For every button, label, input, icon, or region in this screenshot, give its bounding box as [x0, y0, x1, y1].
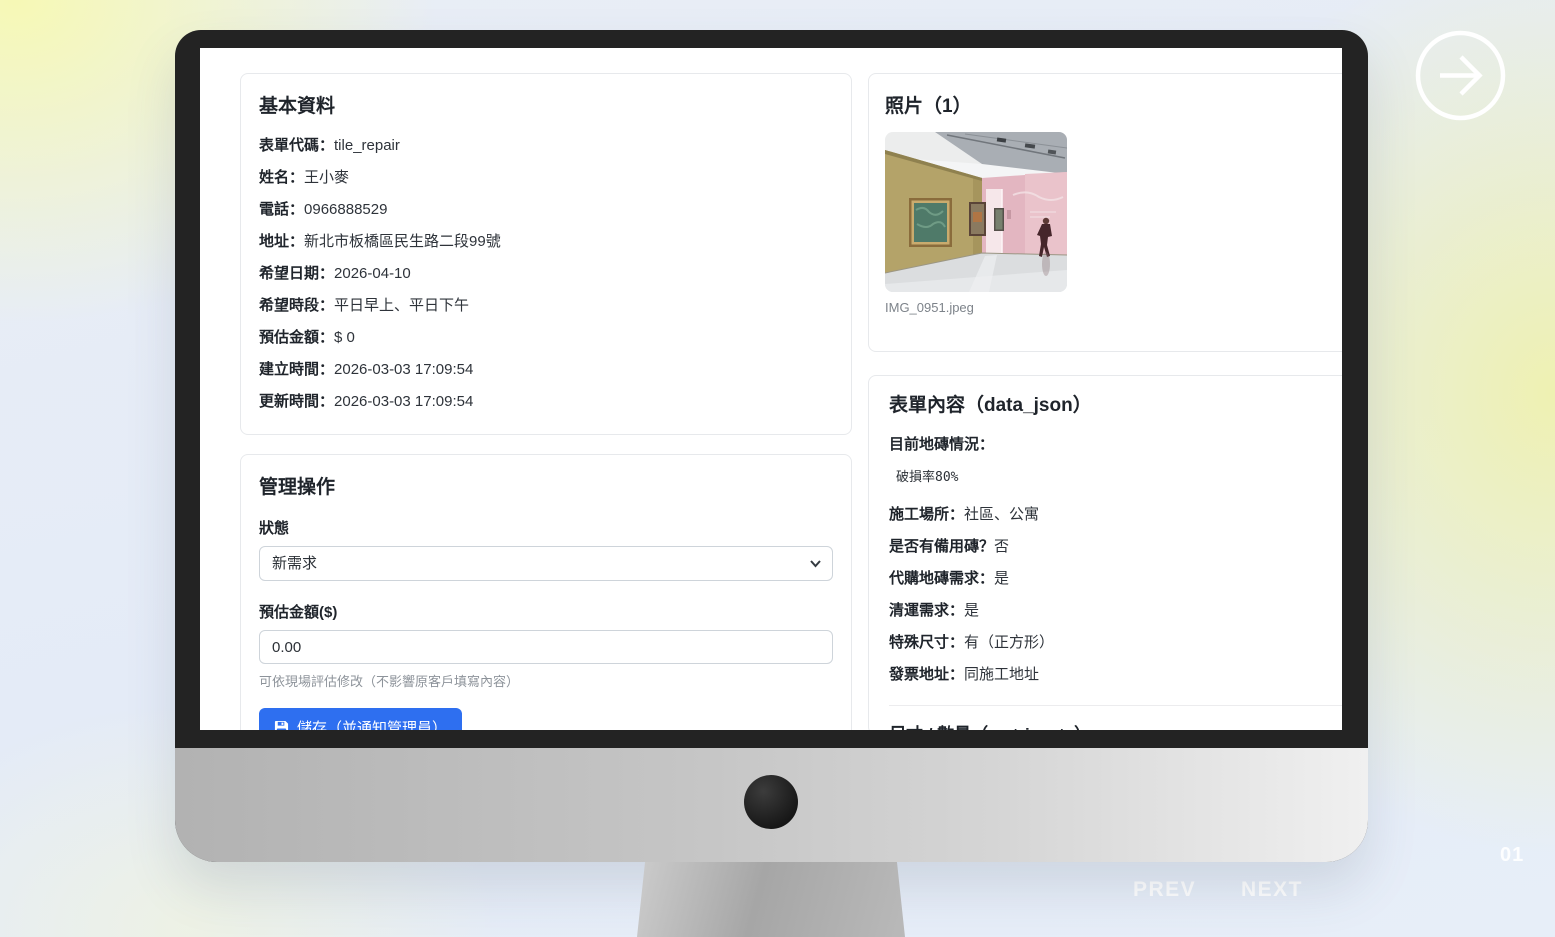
browser-screen: 基本資料 表單代碼：tile_repair 姓名：王小麥 電話：09668885… — [200, 48, 1342, 730]
form-content-card: 表單內容（data_json） 目前地磚情況： 破損率80% 施工場所：社區、公… — [868, 375, 1342, 730]
field-purchase-tiles: 代購地磚需求：是 — [889, 569, 1342, 589]
slide-number: 01 — [1500, 844, 1524, 867]
field-preferred-date: 希望日期：2026-04-10 — [259, 264, 833, 284]
save-button-label: 儲存（並通知管理員） — [297, 717, 447, 730]
condition-value: 破損率80% — [896, 466, 1342, 485]
field-estimated-amount: 預估金額：$ 0 — [259, 328, 833, 348]
amount-input[interactable] — [259, 630, 833, 664]
prev-button[interactable]: PREV — [1133, 878, 1196, 902]
next-arrow-icon[interactable] — [1414, 29, 1507, 122]
section-divider — [889, 705, 1342, 706]
admin-actions-card: 管理操作 狀態 新需求 預估金額($) 可依 — [240, 454, 852, 730]
field-spare-tiles: 是否有備用磚？否 — [889, 537, 1342, 557]
monitor-stand — [637, 862, 905, 937]
field-name: 姓名：王小麥 — [259, 168, 833, 188]
photo-thumbnail[interactable] — [885, 132, 1067, 292]
form-content-title: 表單內容（data_json） — [889, 390, 1342, 417]
photos-title: 照片（1） — [885, 91, 1342, 118]
field-updated-at: 更新時間：2026-03-03 17:09:54 — [259, 392, 833, 412]
photos-card: 照片（1） — [868, 73, 1342, 352]
field-invoice-address: 發票地址：同施工地址 — [889, 665, 1342, 685]
field-address: 地址：新北市板橋區民生路二段99號 — [259, 232, 833, 252]
monitor-logo-dot — [744, 775, 798, 829]
field-form-code: 表單代碼：tile_repair — [259, 136, 833, 156]
field-work-site: 施工場所：社區、公寓 — [889, 505, 1342, 525]
next-button[interactable]: NEXT — [1241, 878, 1303, 902]
matrix-qty-title: 尺寸 / 數量（matrix_qty） — [889, 720, 1342, 730]
field-created-at: 建立時間：2026-03-03 17:09:54 — [259, 360, 833, 380]
amount-helper-text: 可依現場評估修改（不影響原客戶填寫內容） — [259, 671, 833, 690]
basic-info-card: 基本資料 表單代碼：tile_repair 姓名：王小麥 電話：09668885… — [240, 73, 852, 435]
monitor-frame: 基本資料 表單代碼：tile_repair 姓名：王小麥 電話：09668885… — [175, 30, 1368, 862]
condition-label: 目前地磚情況： — [889, 433, 1342, 454]
field-special-size: 特殊尺寸：有（正方形） — [889, 633, 1342, 653]
basic-info-title: 基本資料 — [259, 91, 833, 118]
field-phone: 電話：0966888529 — [259, 200, 833, 220]
field-debris-removal: 清運需求：是 — [889, 601, 1342, 621]
status-select[interactable]: 新需求 — [259, 546, 833, 581]
field-preferred-time: 希望時段：平日早上、平日下午 — [259, 296, 833, 316]
save-icon — [274, 720, 289, 730]
save-button[interactable]: 儲存（並通知管理員） — [259, 708, 462, 730]
status-label: 狀態 — [259, 517, 833, 538]
amount-label: 預估金額($) — [259, 601, 833, 622]
admin-actions-title: 管理操作 — [259, 472, 833, 499]
photo-filename: IMG_0951.jpeg — [885, 300, 1342, 315]
